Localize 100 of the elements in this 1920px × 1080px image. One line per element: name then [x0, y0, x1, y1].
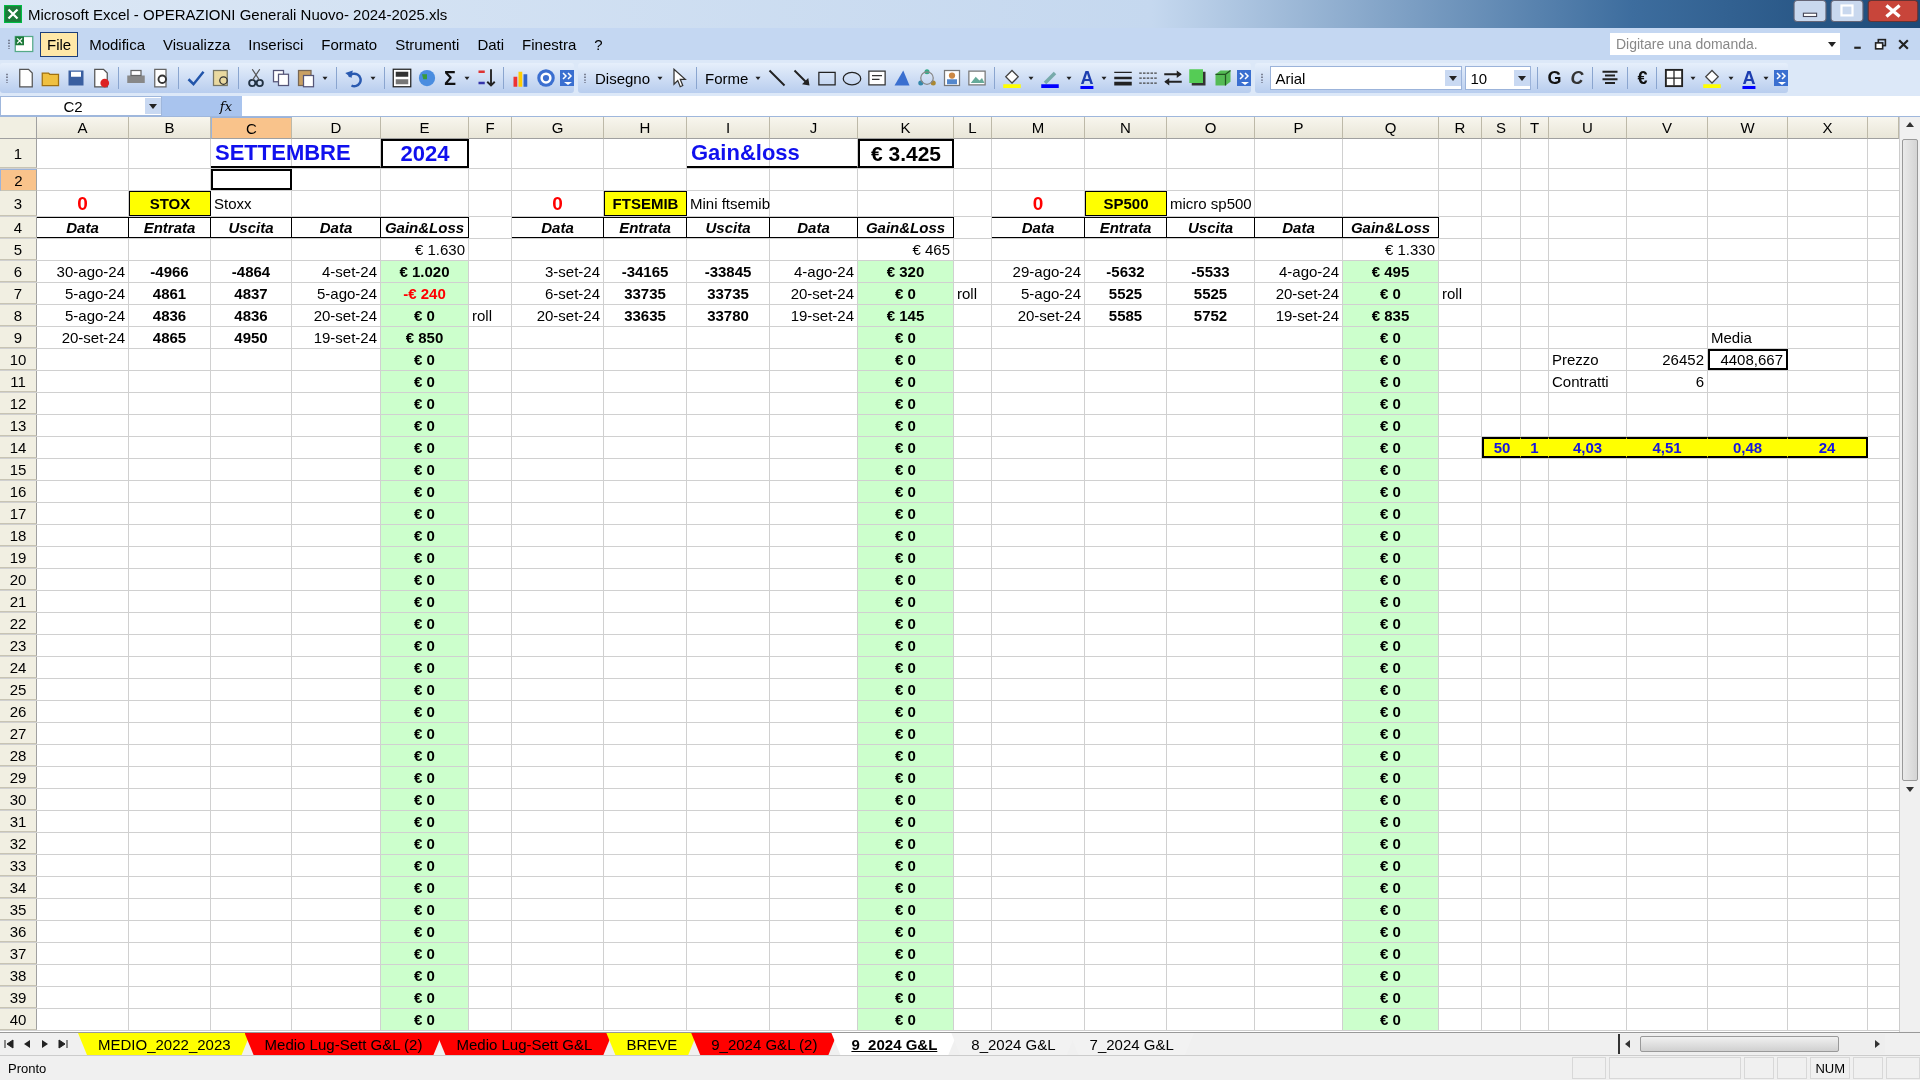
row-header[interactable]: 13 — [0, 415, 37, 436]
menu-item[interactable]: File — [40, 31, 79, 57]
autosum-button[interactable]: Σ — [441, 66, 459, 90]
column-header[interactable]: F — [469, 117, 512, 139]
row-header[interactable]: 24 — [0, 657, 37, 678]
menu-item[interactable]: Formato — [314, 31, 385, 57]
row-header[interactable]: 9 — [0, 327, 37, 348]
undo-icon[interactable] — [343, 68, 365, 88]
row-header[interactable]: 19 — [0, 547, 37, 568]
row-header[interactable]: 34 — [0, 877, 37, 898]
minimize-icon[interactable] — [1792, 0, 1828, 22]
image-icon[interactable] — [966, 68, 989, 88]
row-header[interactable]: 10 — [0, 349, 37, 370]
active-cell[interactable] — [211, 169, 292, 190]
row-header[interactable]: 16 — [0, 481, 37, 502]
column-header[interactable]: R — [1439, 117, 1482, 139]
euro-button[interactable]: € — [1634, 66, 1651, 90]
menu-item[interactable]: Inserisci — [241, 31, 311, 57]
row-header[interactable]: 33 — [0, 855, 37, 876]
row-header[interactable]: 5 — [0, 239, 37, 260]
shapes-menu-button[interactable]: Forme — [703, 69, 751, 87]
column-header[interactable]: D — [292, 117, 381, 139]
row-header[interactable]: 29 — [0, 767, 37, 788]
column-header[interactable]: P — [1255, 117, 1343, 139]
column-header[interactable]: N — [1085, 117, 1167, 139]
row-header[interactable]: 30 — [0, 789, 37, 810]
diagram-icon[interactable] — [916, 68, 939, 88]
maximize-icon[interactable] — [1829, 0, 1865, 22]
column-header[interactable]: C — [211, 117, 292, 139]
copy-icon[interactable] — [270, 68, 292, 88]
column-header[interactable]: A — [37, 117, 129, 139]
column-header[interactable]: J — [770, 117, 858, 139]
italic-button[interactable]: C — [1567, 66, 1587, 90]
fill-color-icon[interactable] — [1001, 68, 1024, 88]
text-box-icon[interactable] — [866, 68, 889, 88]
row-header[interactable]: 15 — [0, 459, 37, 480]
close-icon[interactable] — [1897, 37, 1910, 51]
row-header[interactable]: 37 — [0, 943, 37, 964]
menu-item[interactable]: ? — [587, 31, 610, 57]
caret-icon[interactable] — [1445, 70, 1462, 86]
last-sheet-icon[interactable] — [56, 1037, 70, 1051]
row-header[interactable]: 18 — [0, 525, 37, 546]
row-header[interactable]: 20 — [0, 569, 37, 590]
column-header[interactable]: B — [129, 117, 211, 139]
paste-icon[interactable] — [295, 68, 317, 88]
restore-icon[interactable] — [1874, 37, 1887, 51]
column-header[interactable]: H — [604, 117, 687, 139]
row-header[interactable]: 17 — [0, 503, 37, 524]
fill-color-icon[interactable] — [1701, 68, 1724, 88]
cut-icon[interactable] — [245, 68, 267, 88]
row-header[interactable]: 39 — [0, 987, 37, 1008]
row-header[interactable]: 22 — [0, 613, 37, 634]
menu-item[interactable]: Strumenti — [388, 31, 467, 57]
row-header[interactable]: 12 — [0, 393, 37, 414]
column-header[interactable]: G — [512, 117, 604, 139]
row-header[interactable]: 36 — [0, 921, 37, 942]
close-icon[interactable] — [1866, 0, 1920, 22]
row-header[interactable]: 6 — [0, 261, 37, 282]
font-color-button[interactable]: A — [1077, 66, 1097, 90]
row-header[interactable]: 25 — [0, 679, 37, 700]
column-header[interactable]: K — [858, 117, 954, 139]
row-header[interactable]: 40 — [0, 1009, 37, 1030]
column-header[interactable]: L — [954, 117, 992, 139]
font-color-button[interactable]: A — [1739, 66, 1759, 90]
help-icon[interactable] — [535, 68, 557, 88]
row-header[interactable]: 3 — [0, 191, 37, 216]
menu-item[interactable]: Finestra — [515, 31, 584, 57]
arrow-style-icon[interactable] — [1162, 68, 1185, 88]
caret-icon[interactable] — [1514, 70, 1531, 86]
menu-item[interactable]: Modifica — [82, 31, 153, 57]
bold-button[interactable]: G — [1544, 66, 1565, 90]
currency-icon[interactable] — [391, 68, 413, 88]
borders-icon[interactable] — [1663, 68, 1686, 88]
column-header[interactable]: V — [1627, 117, 1708, 139]
name-box[interactable]: C2 — [0, 96, 162, 116]
row-header[interactable]: 21 — [0, 591, 37, 612]
caret-icon[interactable] — [145, 98, 161, 114]
help-search-field[interactable]: Digitare una domanda. — [1609, 32, 1841, 56]
menu-item[interactable]: Dati — [470, 31, 512, 57]
menu-item[interactable]: Visualizza — [156, 31, 238, 57]
row-header[interactable]: 27 — [0, 723, 37, 744]
row-header[interactable]: 38 — [0, 965, 37, 986]
row-header[interactable]: 11 — [0, 371, 37, 392]
font-select[interactable]: Arial — [1270, 66, 1463, 90]
function-label[interactable]: fx — [219, 98, 232, 114]
row-header[interactable]: 4 — [0, 217, 37, 238]
row-header[interactable]: 26 — [0, 701, 37, 722]
column-header[interactable]: Q — [1343, 117, 1439, 139]
row-header[interactable]: 8 — [0, 305, 37, 326]
spell-check-icon[interactable] — [185, 68, 207, 88]
column-header[interactable]: I — [687, 117, 770, 139]
first-sheet-icon[interactable] — [2, 1037, 16, 1051]
column-header[interactable]: U — [1549, 117, 1627, 139]
font-size-select[interactable]: 10 — [1465, 66, 1532, 90]
column-header[interactable]: M — [992, 117, 1085, 139]
column-header[interactable]: T — [1521, 117, 1549, 139]
column-header[interactable]: S — [1482, 117, 1521, 139]
vertical-scrollbar[interactable] — [1899, 117, 1920, 1032]
drawing-menu-button[interactable]: Disegno — [593, 69, 653, 87]
workbook-icon[interactable] — [14, 34, 34, 54]
